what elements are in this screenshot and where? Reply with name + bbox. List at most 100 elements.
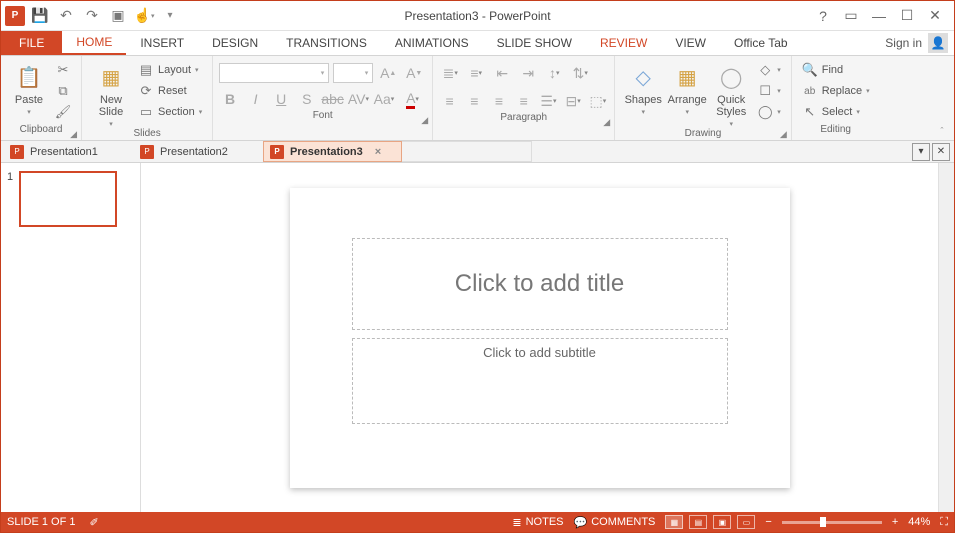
char-spacing-icon[interactable]: AV▾: [348, 88, 370, 110]
tab-view[interactable]: VIEW: [661, 31, 720, 55]
align-text-icon[interactable]: ⊟▾: [563, 90, 584, 112]
reset-button[interactable]: ⟳Reset: [134, 81, 206, 101]
find-button[interactable]: 🔍Find: [798, 60, 874, 80]
tab-design[interactable]: DESIGN: [198, 31, 272, 55]
fit-to-window-icon[interactable]: ⛶: [940, 516, 948, 529]
columns-icon[interactable]: ☰▾: [538, 90, 559, 112]
bold-icon[interactable]: B: [219, 88, 241, 110]
zoom-handle[interactable]: [820, 517, 826, 527]
reading-view-icon[interactable]: ▣: [713, 515, 731, 529]
tab-transitions[interactable]: TRANSITIONS: [272, 31, 381, 55]
copy-icon: ⧉: [55, 83, 71, 99]
tab-home[interactable]: HOME: [62, 31, 126, 55]
tab-file[interactable]: FILE: [1, 31, 62, 55]
spell-check-icon[interactable]: ✐: [89, 516, 98, 529]
paragraph-group-label: Paragraph: [500, 112, 547, 123]
notes-button[interactable]: ≣ NOTES: [512, 516, 563, 529]
bullets-icon[interactable]: ≣▾: [439, 62, 461, 84]
start-from-beginning-icon[interactable]: ▣: [107, 5, 129, 27]
paragraph-dialog-launcher-icon[interactable]: ◢: [603, 117, 610, 128]
shape-outline-button[interactable]: ☐▾: [753, 81, 785, 101]
collapse-ribbon-icon[interactable]: ˆ: [934, 124, 950, 138]
save-icon[interactable]: 💾: [29, 5, 51, 27]
align-center-icon[interactable]: ≡: [464, 90, 485, 112]
tab-animations[interactable]: ANIMATIONS: [381, 31, 483, 55]
shape-fill-button[interactable]: ◇▾: [753, 60, 785, 80]
signin-area[interactable]: Sign in 👤: [885, 31, 954, 55]
cut-button[interactable]: ✂: [51, 60, 75, 80]
close-tab-icon[interactable]: ×: [375, 146, 381, 158]
clipboard-dialog-launcher-icon[interactable]: ◢: [70, 129, 77, 140]
arrange-button[interactable]: ▦ Arrange ▾: [665, 58, 709, 116]
layout-button[interactable]: ▤Layout ▾: [134, 60, 206, 80]
shadow-icon[interactable]: S: [296, 88, 318, 110]
close-all-tabs-icon[interactable]: ✕: [932, 143, 950, 161]
font-dialog-launcher-icon[interactable]: ◢: [421, 115, 428, 126]
maximize-icon[interactable]: ☐: [894, 4, 920, 28]
paste-button[interactable]: 📋 Paste ▾: [7, 58, 51, 116]
zoom-out-icon[interactable]: −: [765, 516, 771, 528]
align-right-icon[interactable]: ≡: [489, 90, 510, 112]
comments-button[interactable]: 💬 COMMENTS: [574, 516, 656, 529]
underline-icon[interactable]: U: [270, 88, 292, 110]
smartart-icon[interactable]: ⬚▾: [588, 90, 609, 112]
decrease-indent-icon[interactable]: ⇤: [491, 62, 513, 84]
vertical-scrollbar[interactable]: [938, 163, 954, 512]
group-clipboard: 📋 Paste ▾ ✂ ⧉ 🖌 Clipboard◢: [1, 56, 82, 140]
section-button[interactable]: ▭Section ▾: [134, 102, 206, 122]
slide-counter[interactable]: SLIDE 1 OF 1: [7, 516, 75, 528]
minimize-icon[interactable]: —: [866, 4, 892, 28]
drawing-dialog-launcher-icon[interactable]: ◢: [780, 129, 787, 140]
justify-icon[interactable]: ≡: [513, 90, 534, 112]
subtitle-placeholder[interactable]: Click to add subtitle: [352, 338, 728, 424]
line-spacing-icon[interactable]: ↕▾: [543, 62, 565, 84]
normal-view-icon[interactable]: ▦: [665, 515, 683, 529]
ribbon-display-options-icon[interactable]: ▭: [838, 4, 864, 28]
doc-tab-presentation2[interactable]: P Presentation2: [133, 141, 263, 162]
zoom-level[interactable]: 44%: [908, 516, 930, 528]
align-left-icon[interactable]: ≡: [439, 90, 460, 112]
decrease-font-icon[interactable]: A▼: [403, 62, 425, 84]
slideshow-view-icon[interactable]: ▭: [737, 515, 755, 529]
increase-font-icon[interactable]: A▲: [377, 62, 399, 84]
copy-button[interactable]: ⧉: [51, 81, 75, 101]
help-icon[interactable]: ?: [810, 4, 836, 28]
font-color-icon[interactable]: A▾: [399, 88, 426, 110]
doc-tab-presentation3[interactable]: P Presentation3 ×: [263, 141, 402, 162]
shape-effects-button[interactable]: ◯▾: [753, 102, 785, 122]
redo-icon[interactable]: ↷: [81, 5, 103, 27]
title-placeholder[interactable]: Click to add title: [352, 238, 728, 330]
thumbnail-row[interactable]: 1: [7, 171, 134, 227]
font-size-combo[interactable]: ▾: [333, 63, 373, 83]
new-slide-button[interactable]: ▦ New Slide ▾: [88, 58, 134, 128]
zoom-slider[interactable]: [782, 521, 882, 524]
strikethrough-icon[interactable]: abc: [322, 88, 344, 110]
shapes-button[interactable]: ◇ Shapes ▾: [621, 58, 665, 116]
tab-insert[interactable]: INSERT: [126, 31, 198, 55]
numbering-icon[interactable]: ≡▾: [465, 62, 487, 84]
quick-styles-button[interactable]: ◯ Quick Styles ▾: [709, 58, 753, 128]
qat-customize-icon[interactable]: ▾: [159, 5, 181, 27]
italic-icon[interactable]: I: [245, 88, 267, 110]
select-button[interactable]: ↖Select ▾: [798, 102, 874, 122]
text-direction-icon[interactable]: ⇅▾: [569, 62, 591, 84]
new-doc-tab[interactable]: [402, 141, 532, 162]
slide-sorter-view-icon[interactable]: ▤: [689, 515, 707, 529]
increase-indent-icon[interactable]: ⇥: [517, 62, 539, 84]
avatar-icon: 👤: [928, 33, 948, 53]
font-name-combo[interactable]: ▾: [219, 63, 329, 83]
touch-mode-icon[interactable]: ☝▾: [133, 5, 155, 27]
tab-dropdown-icon[interactable]: ▾: [912, 143, 930, 161]
tab-slideshow[interactable]: SLIDE SHOW: [483, 31, 586, 55]
undo-icon[interactable]: ↶: [55, 5, 77, 27]
doc-tab-presentation1[interactable]: P Presentation1: [3, 141, 133, 162]
tab-office-tab[interactable]: Office Tab: [720, 31, 802, 55]
change-case-icon[interactable]: Aa▾: [373, 88, 395, 110]
tab-review[interactable]: REVIEW: [586, 31, 661, 55]
slide-canvas[interactable]: Click to add title Click to add subtitle: [141, 163, 938, 512]
zoom-in-icon[interactable]: +: [892, 516, 898, 528]
close-icon[interactable]: ✕: [922, 4, 948, 28]
replace-button[interactable]: abReplace ▾: [798, 81, 874, 101]
format-painter-button[interactable]: 🖌: [51, 102, 75, 122]
slide-thumbnail-1[interactable]: [19, 171, 117, 227]
